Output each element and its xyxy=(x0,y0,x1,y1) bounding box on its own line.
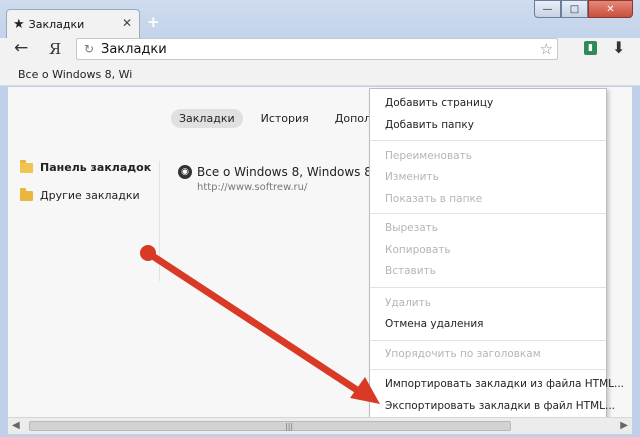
annotation-arrow-icon xyxy=(140,245,380,404)
browser-window: ★ Закладки ✕ + — □ ✕ ← Я ↻ Закладки ☆ ▮ … xyxy=(0,0,640,437)
